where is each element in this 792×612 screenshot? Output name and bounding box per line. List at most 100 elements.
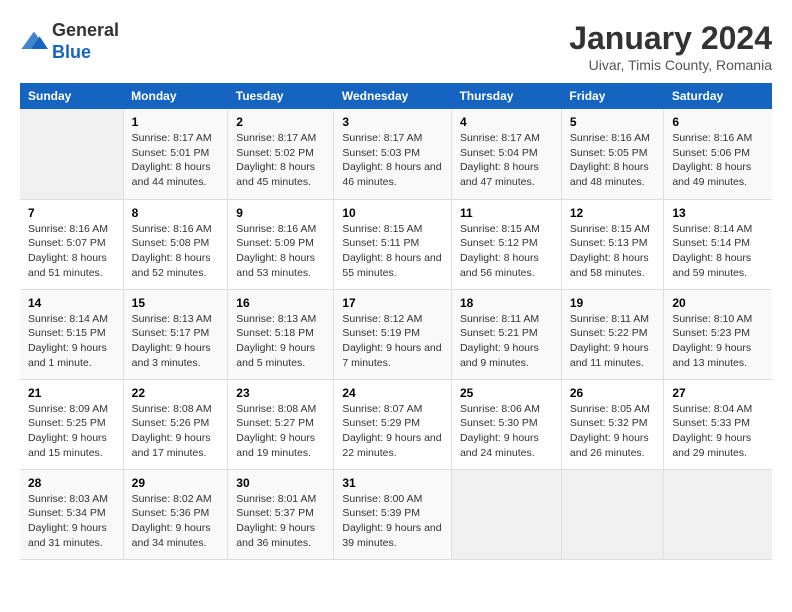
day-number: 6: [672, 115, 764, 129]
day-info: Sunrise: 8:13 AMSunset: 5:17 PMDaylight:…: [132, 312, 220, 371]
day-number: 13: [672, 206, 764, 220]
day-info: Sunrise: 8:07 AMSunset: 5:29 PMDaylight:…: [342, 402, 443, 461]
calendar-cell: 4 Sunrise: 8:17 AMSunset: 5:04 PMDaylight…: [451, 109, 561, 199]
calendar-cell: 31 Sunrise: 8:00 AMSunset: 5:39 PMDayligh…: [334, 469, 452, 559]
day-info: Sunrise: 8:15 AMSunset: 5:11 PMDaylight:…: [342, 222, 443, 281]
calendar-cell: 28Sunrise: 8:03 AMSunset: 5:34 PMDayligh…: [20, 469, 123, 559]
day-number: 29: [132, 476, 220, 490]
day-info: Sunrise: 8:17 AMSunset: 5:02 PMDaylight:…: [236, 131, 325, 190]
calendar-cell: 22 Sunrise: 8:08 AMSunset: 5:26 PMDayligh…: [123, 379, 228, 469]
calendar-cell: 26 Sunrise: 8:05 AMSunset: 5:32 PMDayligh…: [561, 379, 663, 469]
calendar-header-row: SundayMondayTuesdayWednesdayThursdayFrid…: [20, 83, 772, 109]
page-title: January 2024: [569, 20, 772, 57]
day-info: Sunrise: 8:05 AMSunset: 5:32 PMDaylight:…: [570, 402, 655, 461]
day-number: 24: [342, 386, 443, 400]
day-number: 31: [342, 476, 443, 490]
day-number: 4: [460, 115, 553, 129]
calendar-cell: 17 Sunrise: 8:12 AMSunset: 5:19 PMDayligh…: [334, 289, 452, 379]
calendar-cell: 6 Sunrise: 8:16 AMSunset: 5:06 PMDaylight…: [664, 109, 772, 199]
weekday-header: Saturday: [664, 83, 772, 109]
day-info: Sunrise: 8:03 AMSunset: 5:34 PMDaylight:…: [28, 492, 115, 551]
day-info: Sunrise: 8:11 AMSunset: 5:22 PMDaylight:…: [570, 312, 655, 371]
calendar-cell: 21 Sunrise: 8:09 AMSunset: 5:25 PMDayligh…: [20, 379, 123, 469]
page-header: General Blue January 2024 Uivar, Timis C…: [20, 20, 772, 73]
calendar-cell: [20, 109, 123, 199]
calendar-cell: 10 Sunrise: 8:15 AMSunset: 5:11 PMDayligh…: [334, 199, 452, 289]
day-info: Sunrise: 8:17 AMSunset: 5:03 PMDaylight:…: [342, 131, 443, 190]
calendar-cell: 15 Sunrise: 8:13 AMSunset: 5:17 PMDayligh…: [123, 289, 228, 379]
calendar-cell: 23Sunrise: 8:08 AMSunset: 5:27 PMDayligh…: [228, 379, 334, 469]
day-info: Sunrise: 8:17 AMSunset: 5:04 PMDaylight:…: [460, 131, 553, 190]
day-number: 2: [236, 115, 325, 129]
calendar-cell: [561, 469, 663, 559]
day-number: 11: [460, 206, 553, 220]
day-number: 1: [132, 115, 220, 129]
calendar-cell: [664, 469, 772, 559]
calendar-week-row: 7Sunrise: 8:16 AMSunset: 5:07 PMDaylight…: [20, 199, 772, 289]
calendar-cell: 19 Sunrise: 8:11 AMSunset: 5:22 PMDayligh…: [561, 289, 663, 379]
day-info: Sunrise: 8:04 AMSunset: 5:33 PMDaylight:…: [672, 402, 764, 461]
day-number: 22: [132, 386, 220, 400]
calendar-week-row: 28Sunrise: 8:03 AMSunset: 5:34 PMDayligh…: [20, 469, 772, 559]
day-number: 10: [342, 206, 443, 220]
day-number: 7: [28, 206, 115, 220]
calendar-cell: 5 Sunrise: 8:16 AMSunset: 5:05 PMDaylight…: [561, 109, 663, 199]
day-number: 23: [236, 386, 325, 400]
calendar-cell: 20 Sunrise: 8:10 AMSunset: 5:23 PMDayligh…: [664, 289, 772, 379]
calendar-cell: 24 Sunrise: 8:07 AMSunset: 5:29 PMDayligh…: [334, 379, 452, 469]
weekday-header: Friday: [561, 83, 663, 109]
day-info: Sunrise: 8:10 AMSunset: 5:23 PMDaylight:…: [672, 312, 764, 371]
day-number: 26: [570, 386, 655, 400]
logo-general-text: General: [52, 20, 119, 40]
day-info: Sunrise: 8:16 AMSunset: 5:05 PMDaylight:…: [570, 131, 655, 190]
calendar-cell: 1 Sunrise: 8:17 AMSunset: 5:01 PMDaylight…: [123, 109, 228, 199]
day-info: Sunrise: 8:12 AMSunset: 5:19 PMDaylight:…: [342, 312, 443, 371]
day-info: Sunrise: 8:02 AMSunset: 5:36 PMDaylight:…: [132, 492, 220, 551]
calendar-week-row: 21 Sunrise: 8:09 AMSunset: 5:25 PMDayligh…: [20, 379, 772, 469]
logo-icon: [20, 28, 48, 56]
day-number: 8: [132, 206, 220, 220]
day-info: Sunrise: 8:00 AMSunset: 5:39 PMDaylight:…: [342, 492, 443, 551]
calendar-cell: 29 Sunrise: 8:02 AMSunset: 5:36 PMDayligh…: [123, 469, 228, 559]
calendar-cell: 7Sunrise: 8:16 AMSunset: 5:07 PMDaylight…: [20, 199, 123, 289]
day-info: Sunrise: 8:14 AMSunset: 5:14 PMDaylight:…: [672, 222, 764, 281]
day-info: Sunrise: 8:16 AMSunset: 5:06 PMDaylight:…: [672, 131, 764, 190]
day-number: 17: [342, 296, 443, 310]
day-number: 9: [236, 206, 325, 220]
day-info: Sunrise: 8:14 AMSunset: 5:15 PMDaylight:…: [28, 312, 115, 371]
day-number: 15: [132, 296, 220, 310]
calendar-cell: 13 Sunrise: 8:14 AMSunset: 5:14 PMDayligh…: [664, 199, 772, 289]
page-subtitle: Uivar, Timis County, Romania: [569, 57, 772, 73]
day-info: Sunrise: 8:09 AMSunset: 5:25 PMDaylight:…: [28, 402, 115, 461]
day-number: 12: [570, 206, 655, 220]
day-number: 5: [570, 115, 655, 129]
calendar-week-row: 1 Sunrise: 8:17 AMSunset: 5:01 PMDaylight…: [20, 109, 772, 199]
day-number: 14: [28, 296, 115, 310]
day-info: Sunrise: 8:16 AMSunset: 5:08 PMDaylight:…: [132, 222, 220, 281]
day-info: Sunrise: 8:15 AMSunset: 5:13 PMDaylight:…: [570, 222, 655, 281]
calendar-week-row: 14 Sunrise: 8:14 AMSunset: 5:15 PMDayligh…: [20, 289, 772, 379]
weekday-header: Thursday: [451, 83, 561, 109]
calendar-cell: 11Sunrise: 8:15 AMSunset: 5:12 PMDayligh…: [451, 199, 561, 289]
day-info: Sunrise: 8:06 AMSunset: 5:30 PMDaylight:…: [460, 402, 553, 461]
day-number: 20: [672, 296, 764, 310]
calendar-cell: 14 Sunrise: 8:14 AMSunset: 5:15 PMDayligh…: [20, 289, 123, 379]
day-number: 21: [28, 386, 115, 400]
calendar-cell: 2 Sunrise: 8:17 AMSunset: 5:02 PMDaylight…: [228, 109, 334, 199]
day-info: Sunrise: 8:11 AMSunset: 5:21 PMDaylight:…: [460, 312, 553, 371]
day-number: 18: [460, 296, 553, 310]
day-info: Sunrise: 8:17 AMSunset: 5:01 PMDaylight:…: [132, 131, 220, 190]
title-area: January 2024 Uivar, Timis County, Romani…: [569, 20, 772, 73]
calendar-cell: [451, 469, 561, 559]
day-info: Sunrise: 8:01 AMSunset: 5:37 PMDaylight:…: [236, 492, 325, 551]
weekday-header: Monday: [123, 83, 228, 109]
calendar-cell: 3 Sunrise: 8:17 AMSunset: 5:03 PMDaylight…: [334, 109, 452, 199]
calendar-cell: 8 Sunrise: 8:16 AMSunset: 5:08 PMDaylight…: [123, 199, 228, 289]
day-number: 3: [342, 115, 443, 129]
day-info: Sunrise: 8:08 AMSunset: 5:26 PMDaylight:…: [132, 402, 220, 461]
logo: General Blue: [20, 20, 119, 63]
weekday-header: Tuesday: [228, 83, 334, 109]
weekday-header: Wednesday: [334, 83, 452, 109]
day-number: 25: [460, 386, 553, 400]
day-number: 19: [570, 296, 655, 310]
